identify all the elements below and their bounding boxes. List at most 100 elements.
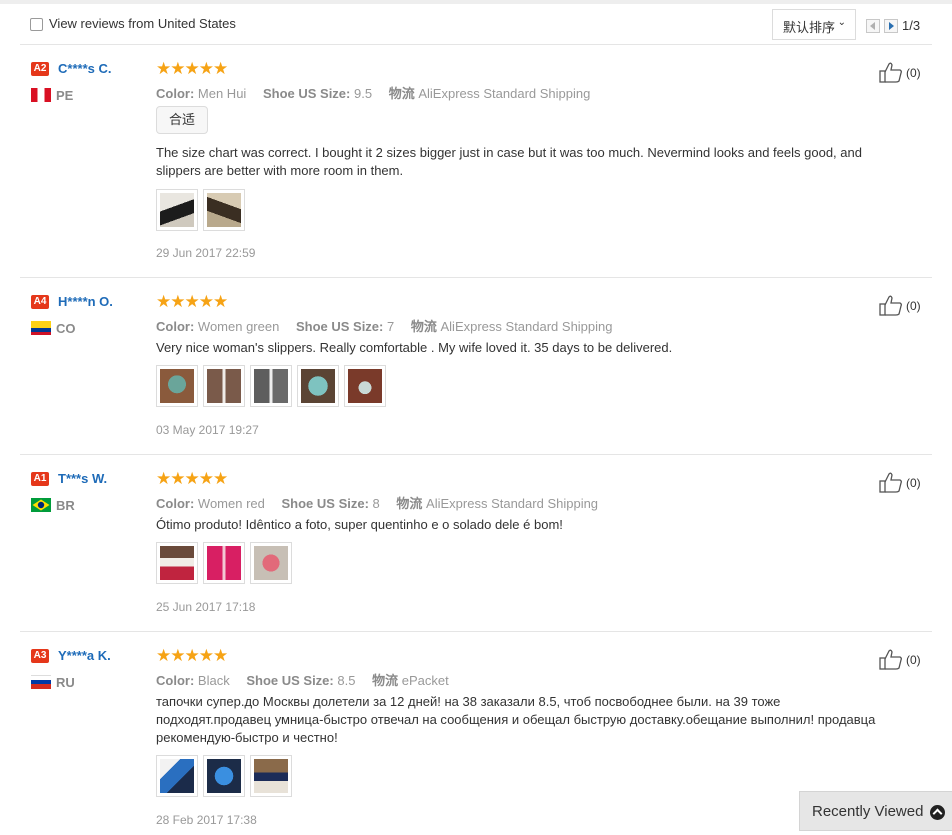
color-value: Women green <box>197 319 280 334</box>
reviewer-country: PE <box>56 88 74 103</box>
reviewer-country: CO <box>56 321 76 336</box>
review-item: A2 C****s C. PE ★★★★★ Color: Men Hui Sho… <box>20 45 932 278</box>
sort-dropdown[interactable]: 默认排序 ⌄ <box>772 9 856 40</box>
rating-stars: ★★★★★ <box>156 59 228 78</box>
ru-flag-icon <box>31 675 51 689</box>
shipping-value: AliExpress Standard Shipping <box>418 86 591 101</box>
color-value: Black <box>197 673 230 688</box>
rating-stars: ★★★★★ <box>156 292 228 311</box>
us-reviews-checkbox[interactable] <box>30 18 43 31</box>
arrow-right-icon <box>889 22 894 30</box>
helpful-count: (0) <box>906 66 921 80</box>
shipping-key: 物流 <box>396 496 423 511</box>
review-text: Ótimo produto! Idêntico a foto, super qu… <box>156 517 563 532</box>
shoe-size-key: Shoe US Size: <box>295 319 384 334</box>
previous-page-button[interactable] <box>866 19 880 33</box>
review-photo[interactable] <box>250 755 292 797</box>
thumbs-up-icon <box>879 472 902 493</box>
review-photo[interactable] <box>156 542 198 584</box>
color-key: Color: <box>156 673 195 688</box>
thumbs-up-icon <box>879 62 902 83</box>
review-text: The size chart was correct. I bought it … <box>156 145 862 178</box>
review-filter-bar: View reviews from United States 默认排序 ⌄ 1… <box>20 4 932 45</box>
review-photo[interactable] <box>250 542 292 584</box>
review-photo[interactable] <box>203 189 245 231</box>
shoe-size-value: 8 <box>372 496 380 511</box>
shipping-key: 物流 <box>372 673 399 688</box>
br-flag-graphic <box>31 498 51 512</box>
order-attributes: Color: Men Hui Shoe US Size: 9.5 物流 AliE… <box>156 83 590 102</box>
review-date: 28 Feb 2017 17:38 <box>156 813 257 827</box>
us-reviews-label[interactable]: View reviews from United States <box>49 16 236 31</box>
recently-viewed-panel[interactable]: Recently Viewed <box>799 791 952 831</box>
shipping-key: 物流 <box>388 86 415 101</box>
thumbs-up-icon <box>879 649 902 670</box>
color-value: Women red <box>197 496 265 511</box>
review-photo[interactable] <box>203 365 245 407</box>
review-photo[interactable] <box>297 365 339 407</box>
shoe-size-value: 8.5 <box>337 673 356 688</box>
review-photo[interactable] <box>250 365 292 407</box>
pe-flag-icon <box>31 88 51 102</box>
color-value: Men Hui <box>197 86 247 101</box>
review-photo[interactable] <box>156 755 198 797</box>
review-text: Very nice woman's slippers. Really comfo… <box>156 340 673 355</box>
review-item: A1 T***s W. BR ★★★★★ Color: Women red Sh… <box>20 455 932 632</box>
review-photos <box>156 755 297 797</box>
shoe-size-value: 9.5 <box>354 86 373 101</box>
review-photos <box>156 189 250 231</box>
review-tag: 合适 <box>156 106 209 134</box>
buyer-level-badge: A2 <box>31 62 49 76</box>
reviewer-country: BR <box>56 498 75 513</box>
br-flag-icon <box>31 498 51 512</box>
co-flag-icon <box>31 321 51 335</box>
recently-viewed-label: Recently Viewed <box>812 803 924 820</box>
chevron-up-icon <box>930 805 945 820</box>
buyer-level-badge: A1 <box>31 472 49 486</box>
review-photo[interactable] <box>203 542 245 584</box>
rating-stars: ★★★★★ <box>156 646 228 665</box>
shoe-size-key: Shoe US Size: <box>246 673 334 688</box>
next-page-button[interactable] <box>884 19 898 33</box>
buyer-level-badge: A3 <box>31 649 49 663</box>
helpful-count: (0) <box>906 476 921 490</box>
reviewer-name[interactable]: C****s C. <box>58 61 111 76</box>
review-photos <box>156 365 391 407</box>
review-photos <box>156 542 297 584</box>
review-item: A4 H****n O. CO ★★★★★ Color: Women green… <box>20 278 932 455</box>
arrow-left-icon <box>870 22 875 30</box>
review-photo[interactable] <box>156 189 198 231</box>
review-date: 25 Jun 2017 17:18 <box>156 600 256 614</box>
shoe-size-key: Shoe US Size: <box>281 496 369 511</box>
order-attributes: Color: Women red Shoe US Size: 8 物流 AliE… <box>156 493 598 512</box>
order-attributes: Color: Women green Shoe US Size: 7 物流 Al… <box>156 316 613 335</box>
reviewer-name[interactable]: T***s W. <box>58 471 107 486</box>
color-key: Color: <box>156 319 195 334</box>
shipping-value: ePacket <box>401 673 449 688</box>
review-photo[interactable] <box>156 365 198 407</box>
shoe-size-value: 7 <box>387 319 395 334</box>
sort-dropdown-value: 默认排序 <box>783 20 836 35</box>
thumbs-up-icon <box>879 295 902 316</box>
helpful-count: (0) <box>906 299 921 313</box>
shoe-size-key: Shoe US Size: <box>262 86 351 101</box>
review-item: A3 Y****a K. RU ★★★★★ Color: Black Shoe … <box>20 632 932 832</box>
page-indicator: 1/3 <box>902 18 921 33</box>
shipping-value: AliExpress Standard Shipping <box>426 496 599 511</box>
review-text: тапочки супер.до Москвы долетели за 12 д… <box>156 694 876 745</box>
chevron-down-icon: ⌄ <box>837 17 846 28</box>
order-attributes: Color: Black Shoe US Size: 8.5 物流 ePacke… <box>156 670 449 689</box>
helpful-count: (0) <box>906 653 921 667</box>
rating-stars: ★★★★★ <box>156 469 228 488</box>
buyer-level-badge: A4 <box>31 295 49 309</box>
reviewer-name[interactable]: H****n O. <box>58 294 113 309</box>
review-date: 03 May 2017 19:27 <box>156 423 259 437</box>
reviewer-name[interactable]: Y****a K. <box>58 648 111 663</box>
review-photo[interactable] <box>344 365 386 407</box>
shipping-key: 物流 <box>410 319 437 334</box>
color-key: Color: <box>156 496 195 511</box>
review-photo[interactable] <box>203 755 245 797</box>
review-date: 29 Jun 2017 22:59 <box>156 246 256 260</box>
reviewer-country: RU <box>56 675 75 690</box>
shipping-value: AliExpress Standard Shipping <box>440 319 613 334</box>
